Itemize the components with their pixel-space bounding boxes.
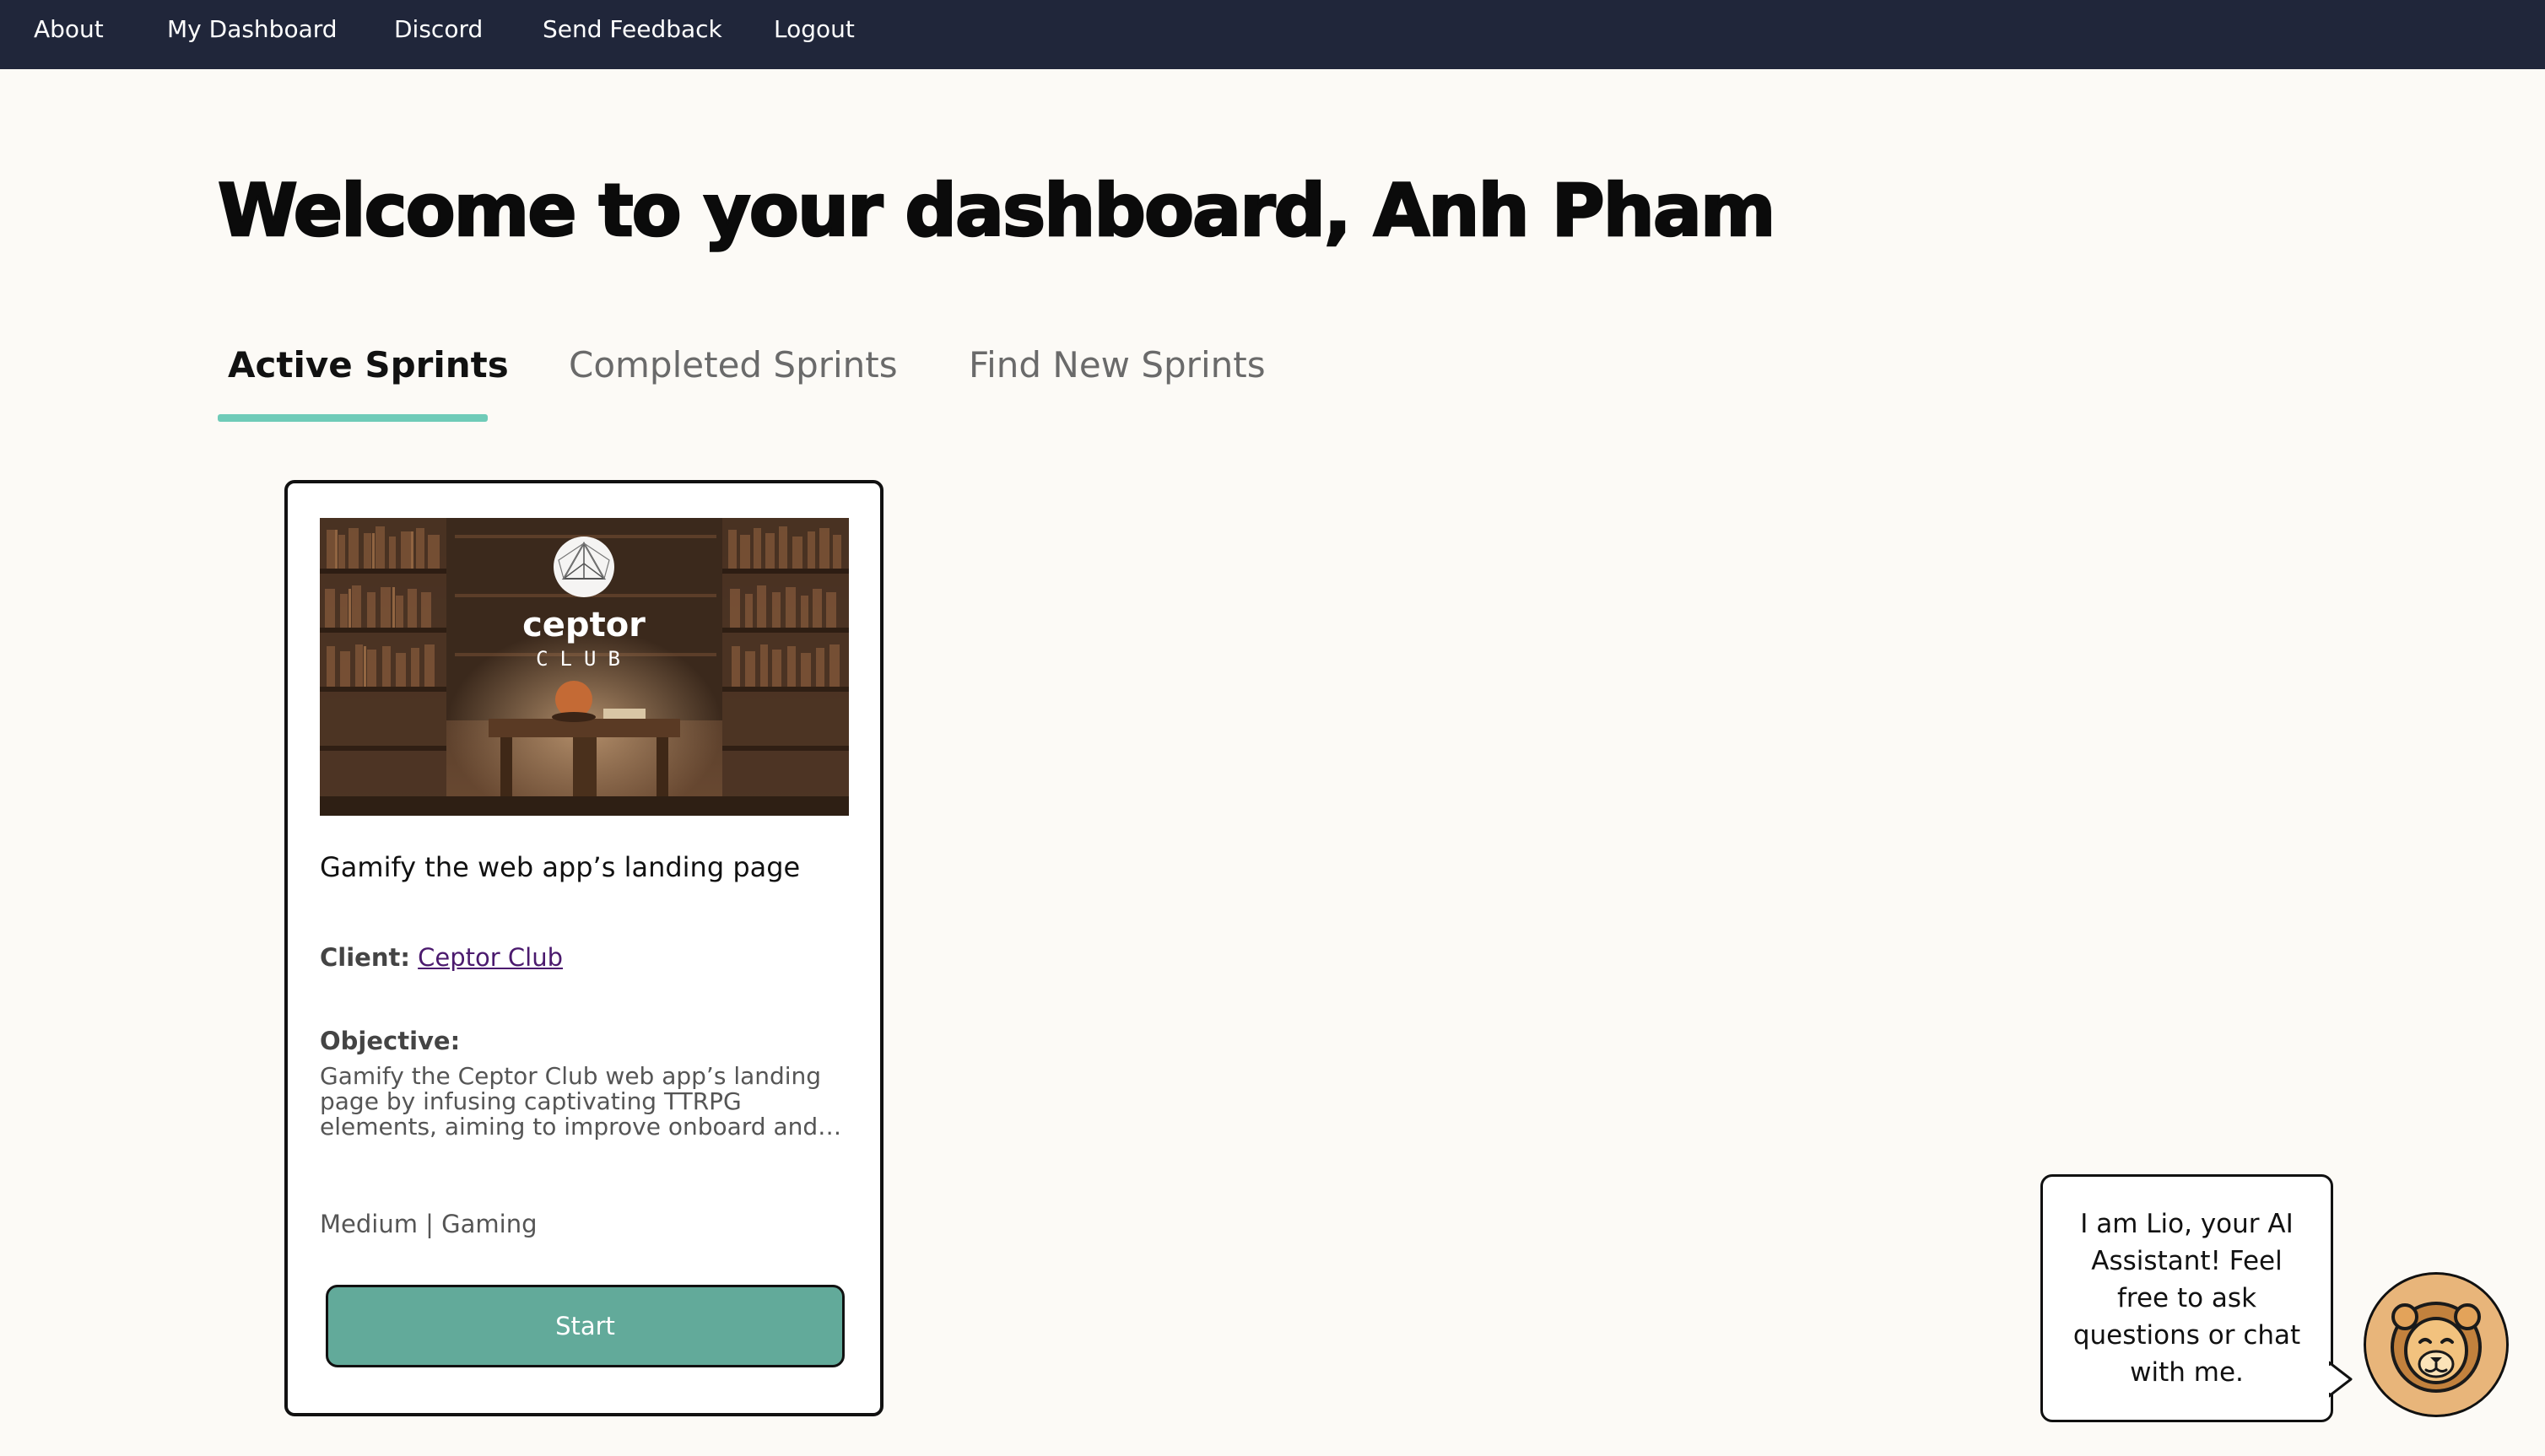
objective-text: Gamify the Ceptor Club web app’s landing… — [320, 1064, 822, 1140]
sprint-card: ceptor CLUB Gamify the web app’s landing… — [284, 480, 883, 1416]
client-label: Client: — [320, 943, 410, 972]
tab-find-new-sprints[interactable]: Find New Sprints — [969, 344, 1266, 386]
objective-label: Objective: — [320, 1027, 461, 1055]
sprint-cover-image: ceptor CLUB — [320, 518, 849, 816]
nav-my-dashboard[interactable]: My Dashboard — [167, 15, 338, 43]
nav-logout[interactable]: Logout — [774, 15, 855, 43]
logo-wordmark: ceptor — [522, 606, 646, 644]
nav-send-feedback[interactable]: Send Feedback — [543, 15, 722, 43]
page-title: Welcome to your dashboard, Anh Pham — [217, 168, 1777, 255]
start-button[interactable]: Start — [326, 1285, 845, 1367]
lion-face-icon[interactable] — [2364, 1272, 2509, 1417]
client-row: Client: Ceptor Club — [320, 943, 563, 972]
top-nav: About My Dashboard Discord Send Feedback… — [0, 0, 2545, 69]
nav-discord[interactable]: Discord — [394, 15, 483, 43]
nav-about[interactable]: About — [34, 15, 104, 43]
active-tab-indicator — [218, 414, 488, 422]
sprint-meta: Medium | Gaming — [320, 1210, 538, 1238]
speech-bubble-tail — [2329, 1361, 2353, 1398]
client-link[interactable]: Ceptor Club — [418, 943, 563, 972]
sprint-title: Gamify the web app’s landing page — [320, 851, 801, 883]
logo-subtext: CLUB — [536, 647, 632, 671]
assistant-speech-bubble: I am Lio, your AI Assistant! Feel free t… — [2040, 1174, 2333, 1422]
assistant-message: I am Lio, your AI Assistant! Feel free t… — [2072, 1209, 2301, 1388]
tab-active-sprints[interactable]: Active Sprints — [228, 344, 509, 386]
tab-completed-sprints[interactable]: Completed Sprints — [569, 344, 898, 386]
